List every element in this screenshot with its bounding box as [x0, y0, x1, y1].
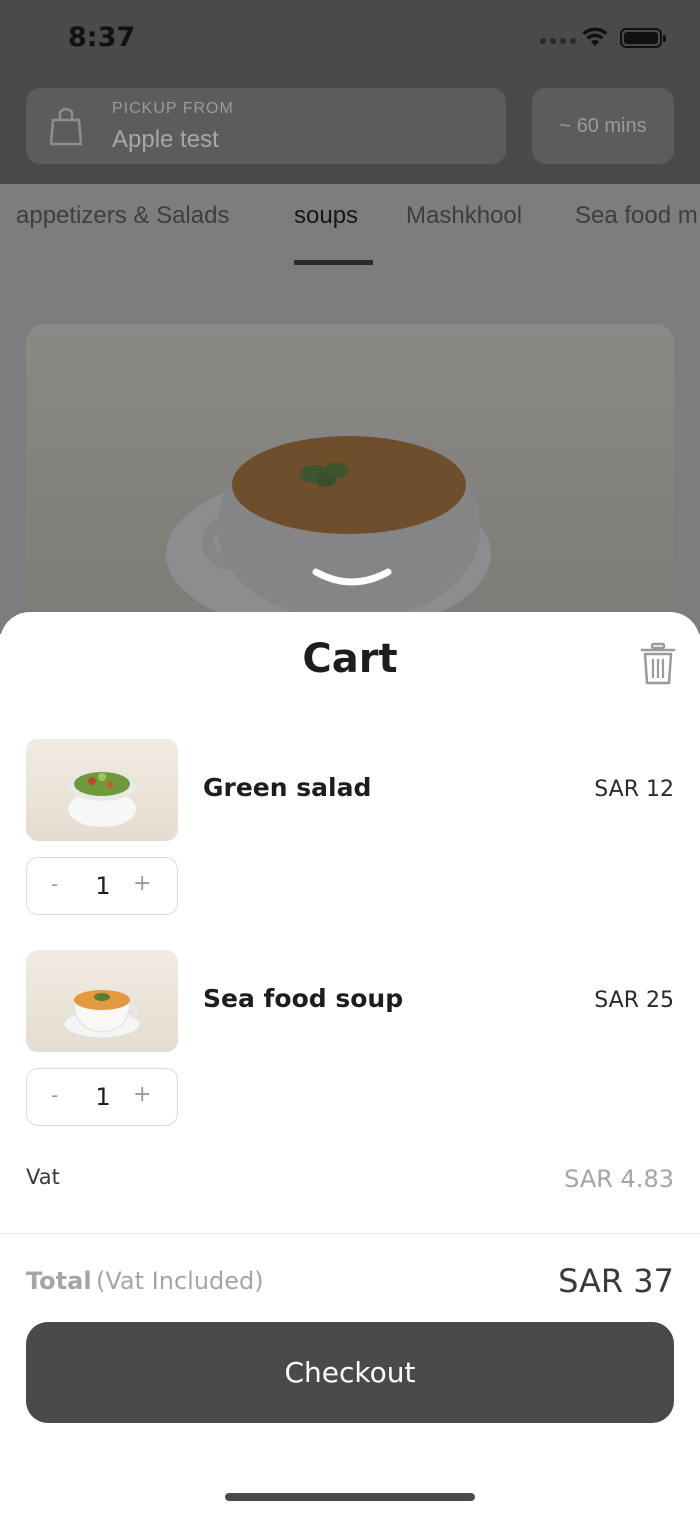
- tab-mashkhool[interactable]: Mashkhool: [406, 202, 522, 230]
- tab-appetizers-salads[interactable]: appetizers & Salads: [16, 202, 229, 230]
- home-indicator: [225, 1493, 475, 1501]
- vat-value: SAR 4.83: [564, 1165, 674, 1193]
- pickup-caption: PICKUP FROM: [112, 100, 234, 117]
- dish-image-card[interactable]: [26, 324, 674, 644]
- status-time: 8:37: [68, 22, 136, 53]
- vat-label: Vat: [26, 1165, 60, 1189]
- checkout-button[interactable]: Checkout: [26, 1322, 674, 1423]
- total-vat-note: (Vat Included): [96, 1267, 264, 1295]
- herb-garnish-icon: [300, 462, 348, 487]
- status-bar: 8:37: [0, 0, 700, 76]
- pickup-location-name: Apple test: [112, 126, 219, 153]
- pickup-location-selector[interactable]: PICKUP FROM Apple test: [26, 88, 506, 164]
- battery-icon: [620, 28, 666, 48]
- quantity-stepper: - 1 +: [26, 857, 178, 915]
- item-price: SAR 12: [594, 777, 674, 802]
- increase-quantity-button[interactable]: +: [133, 1082, 151, 1107]
- item-name: Green salad: [203, 773, 372, 802]
- quantity-value: 1: [95, 1083, 111, 1111]
- quantity-stepper: - 1 +: [26, 1068, 178, 1126]
- total-label: Total: [26, 1267, 92, 1295]
- green-salad-image: [26, 739, 178, 841]
- header-area: 8:37 PICKUP FROM Apple test ~ 60 mins: [0, 0, 700, 184]
- sea-food-soup-image: [26, 950, 178, 1052]
- increase-quantity-button[interactable]: +: [133, 871, 151, 896]
- tab-soups[interactable]: soups: [294, 202, 358, 230]
- quantity-value: 1: [95, 872, 111, 900]
- item-name: Sea food soup: [203, 984, 404, 1013]
- cart-item-green-salad: Green salad SAR 12 - 1 +: [0, 739, 700, 929]
- active-tab-indicator: [294, 260, 373, 265]
- divider: [0, 1233, 700, 1234]
- shopping-bag-icon: [50, 107, 82, 146]
- collapse-chevron-icon[interactable]: [310, 566, 394, 596]
- total-value: SAR 37: [558, 1262, 674, 1300]
- cellular-signal-icon: [540, 38, 576, 44]
- trash-icon[interactable]: [640, 642, 676, 686]
- cart-sheet: Cart Green salad SAR 12 - 1 + Sea food s…: [0, 612, 700, 1515]
- wifi-icon: [582, 27, 608, 46]
- cart-title: Cart: [302, 636, 398, 682]
- cart-item-sea-food-soup: Sea food soup SAR 25 - 1 +: [0, 950, 700, 1140]
- item-price: SAR 25: [594, 988, 674, 1013]
- category-tabs: appetizers & Salads soups Mashkhool Sea …: [0, 184, 700, 274]
- eta-badge[interactable]: ~ 60 mins: [532, 88, 674, 164]
- tab-sea-food[interactable]: Sea food m: [575, 202, 698, 230]
